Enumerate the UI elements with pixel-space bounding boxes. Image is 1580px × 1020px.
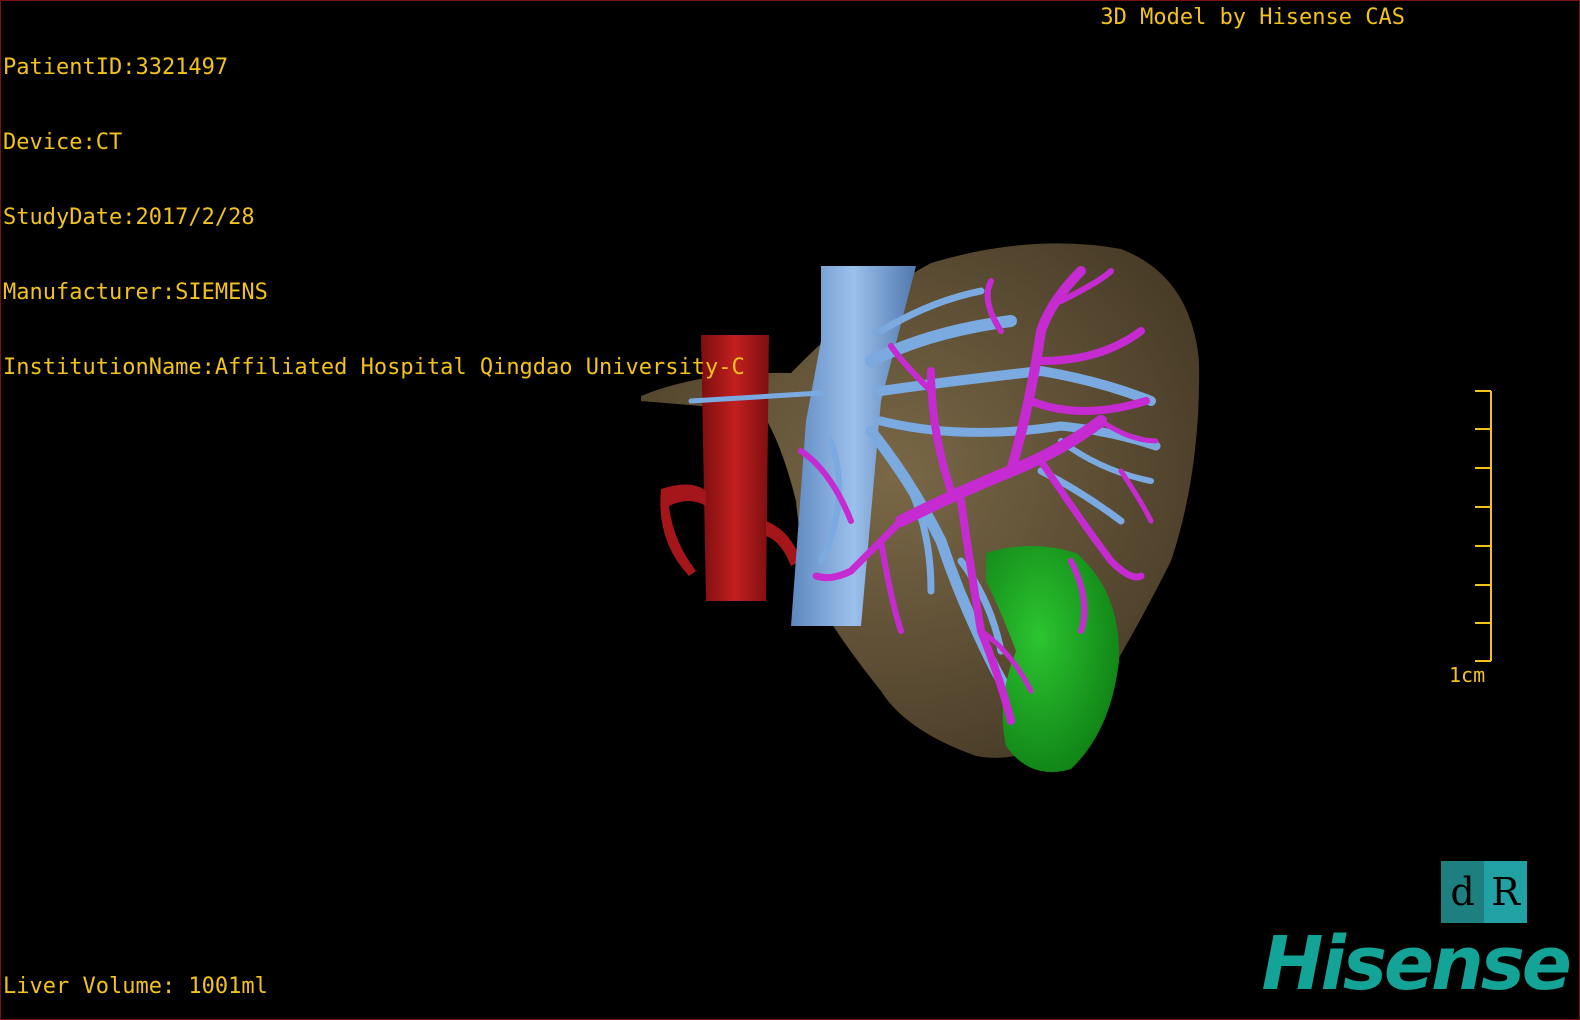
model-credit: 3D Model by Hisense CAS	[1100, 5, 1405, 30]
manufacturer: Manufacturer:SIEMENS	[3, 280, 268, 305]
hisense-logo: Hisense	[1261, 921, 1572, 1007]
device: Device:CT	[3, 130, 123, 155]
patient-id: PatientID:3321497	[3, 55, 229, 80]
liver-volume: Liver Volume: 1001ml	[3, 974, 268, 999]
orientation-cube[interactable]: d R	[1441, 861, 1527, 923]
orientation-face-right[interactable]: R	[1484, 861, 1527, 923]
3d-viewport[interactable]: PatientID:3321497 Device:CT StudyDate:20…	[0, 0, 1580, 1020]
scale-bar	[1475, 390, 1492, 662]
study-date: StudyDate:2017/2/28	[3, 205, 255, 230]
patient-info-overlay: PatientID:3321497 Device:CT StudyDate:20…	[3, 5, 745, 430]
orientation-face-left[interactable]: d	[1441, 861, 1484, 923]
institution-name: InstitutionName:Affiliated Hospital Qing…	[3, 355, 745, 380]
scale-bar-label: 1cm	[1449, 663, 1486, 687]
